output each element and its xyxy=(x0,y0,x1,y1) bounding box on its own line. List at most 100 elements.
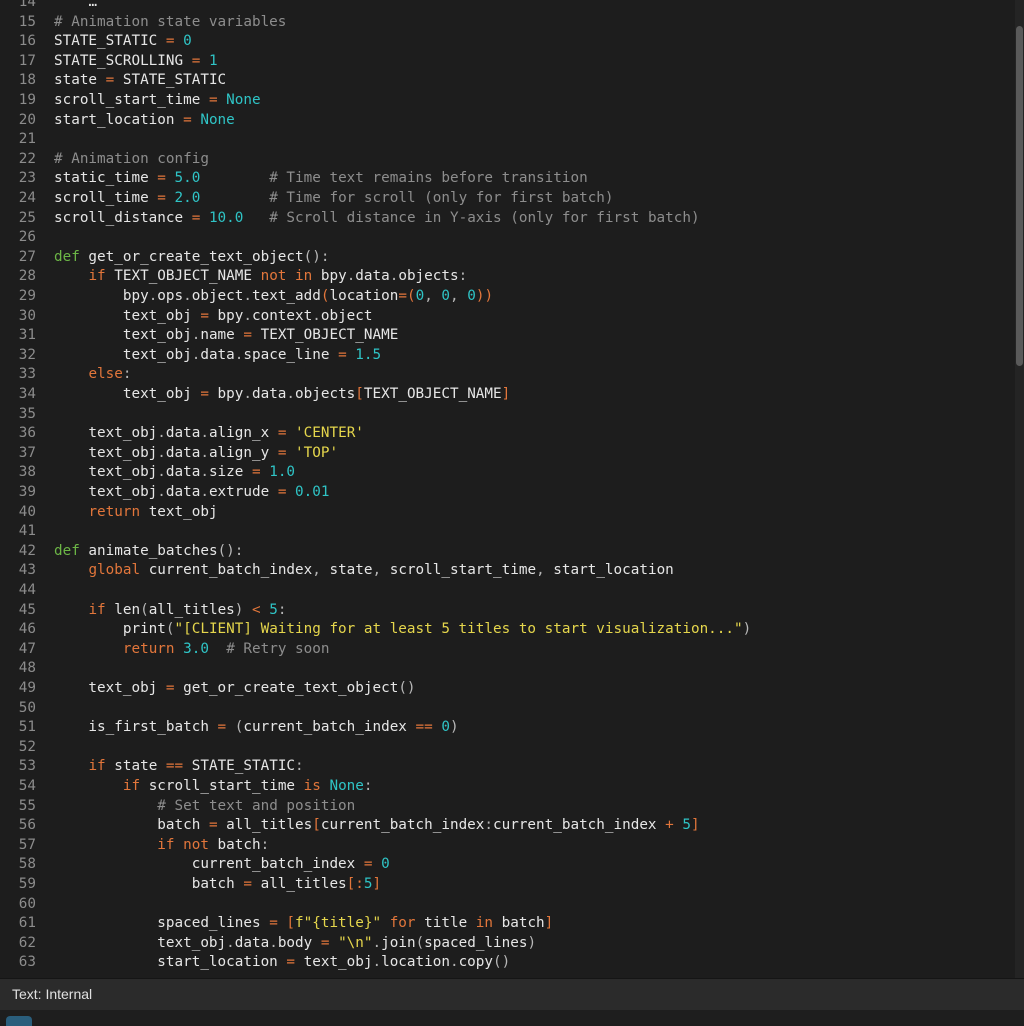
bottom-panel-tab[interactable] xyxy=(6,1016,32,1026)
code-token: is_first_batch xyxy=(54,719,218,736)
code-token: = xyxy=(286,954,296,971)
code-token: ( xyxy=(415,934,425,951)
line-number: 39 xyxy=(18,484,36,500)
vertical-scrollbar[interactable] xyxy=(1015,0,1024,978)
code-token: ] xyxy=(690,817,700,834)
code-text: text_obj.name = TEXT_OBJECT_NAME xyxy=(54,326,398,346)
code-token: . xyxy=(372,934,382,951)
code-token: TEXT_OBJECT_NAME xyxy=(252,327,399,344)
code-token: . xyxy=(286,386,296,402)
code-text: text_obj.data.align_y = 'TOP' xyxy=(54,444,338,464)
code-token: … xyxy=(88,0,98,10)
code-token: = xyxy=(183,111,192,128)
line-number: 33 xyxy=(18,366,36,383)
code-token: 5 xyxy=(363,876,373,892)
line-number: 16 xyxy=(18,33,36,50)
code-token: # Animation state variables xyxy=(54,13,287,30)
code-text: text_obj.data.extrude = 0.01 xyxy=(54,483,329,503)
code-token: if xyxy=(88,601,106,618)
line-number: 38 xyxy=(18,464,36,481)
line-number: 50 xyxy=(18,699,36,716)
code-token: ] xyxy=(544,915,554,932)
code-token: : xyxy=(458,268,468,285)
code-token: . xyxy=(200,444,209,461)
code-token: f"{title}" xyxy=(295,915,382,932)
code-token: ( xyxy=(140,601,149,618)
code-token: batch xyxy=(54,817,209,834)
code-text: scroll_distance = 10.0 # Scroll distance… xyxy=(54,209,700,229)
code-token: objects xyxy=(295,386,356,402)
code-token: . xyxy=(243,288,252,304)
code-text: text_obj.data.size = 1.0 xyxy=(54,463,295,483)
code-token: . xyxy=(200,425,209,442)
code-token: STATE_STATIC xyxy=(114,72,227,89)
code-token: data xyxy=(200,346,235,363)
code-token: spaced_lines xyxy=(54,915,270,932)
line-number: 34 xyxy=(18,386,36,402)
code-token: STATE_STATIC xyxy=(54,33,166,50)
code-token: scroll_start_time xyxy=(54,92,209,108)
line-number: 28 xyxy=(18,268,36,285)
line-number: 60 xyxy=(18,895,36,912)
code-token: text_obj xyxy=(54,464,158,481)
line-number: 61 xyxy=(18,915,36,932)
line-number: 46 xyxy=(18,621,36,638)
code-token: animate_batches xyxy=(79,542,218,559)
code-token: state xyxy=(54,72,106,89)
code-token: else xyxy=(88,366,123,383)
scrollbar-thumb[interactable] xyxy=(1016,26,1023,366)
code-text: STATE_STATIC = 0 xyxy=(54,32,192,52)
code-token: . xyxy=(269,934,278,951)
code-text: global current_batch_index, state, scrol… xyxy=(54,561,674,581)
line-number: 63 xyxy=(18,954,36,971)
code-token: location xyxy=(381,954,450,971)
code-token: scroll_distance xyxy=(54,209,192,226)
code-text: start_location = text_obj.location.copy(… xyxy=(54,953,510,973)
code-token: # Time text remains before transition xyxy=(269,170,588,187)
code-token: ops xyxy=(157,288,184,304)
code-token: start_location xyxy=(544,562,674,579)
line-number: 23 xyxy=(18,170,36,187)
status-bar: Text: Internal xyxy=(0,978,1024,1010)
code-text: bpy.ops.object.text_add(location=(0, 0, … xyxy=(54,287,493,307)
code-text: if TEXT_OBJECT_NAME not in bpy.data.obje… xyxy=(54,267,467,287)
line-number: 26 xyxy=(18,229,36,246)
code-text: scroll_time = 2.0 # Time for scroll (onl… xyxy=(54,189,614,209)
code-token: batch xyxy=(493,915,545,932)
code-text: # Animation state variables xyxy=(54,13,286,33)
code-text: text_obj.data.align_x = 'CENTER' xyxy=(54,424,364,444)
code-token: [ xyxy=(355,386,364,402)
code-token: . xyxy=(243,307,252,324)
code-text: # Set text and position xyxy=(54,797,355,817)
code-token: 0 xyxy=(441,719,450,736)
code-token: return xyxy=(122,640,175,657)
text-editor[interactable]: 14 … 15 # Animation state variables 16 STATE… xyxy=(0,0,1015,978)
code-token: location xyxy=(329,288,399,304)
code-token: , xyxy=(312,562,321,579)
code-token: for xyxy=(389,915,416,932)
code-text: batch = all_titles[current_batch_index:c… xyxy=(54,816,700,836)
line-number: 43 xyxy=(18,562,36,579)
code-token: [ xyxy=(286,915,296,932)
code-token: text_obj xyxy=(54,444,158,461)
code-token: (): xyxy=(303,248,330,265)
code-token: bpy xyxy=(208,307,244,324)
line-number: 31 xyxy=(18,327,36,344)
code-token: # Set text and position xyxy=(157,797,356,814)
code-token: None xyxy=(329,778,364,794)
code-token: 0.01 xyxy=(295,484,330,500)
code-token: scroll_start_time xyxy=(140,778,304,794)
code-token: < xyxy=(252,601,261,618)
code-token: 0 xyxy=(183,33,192,50)
code-token: = xyxy=(200,386,209,402)
